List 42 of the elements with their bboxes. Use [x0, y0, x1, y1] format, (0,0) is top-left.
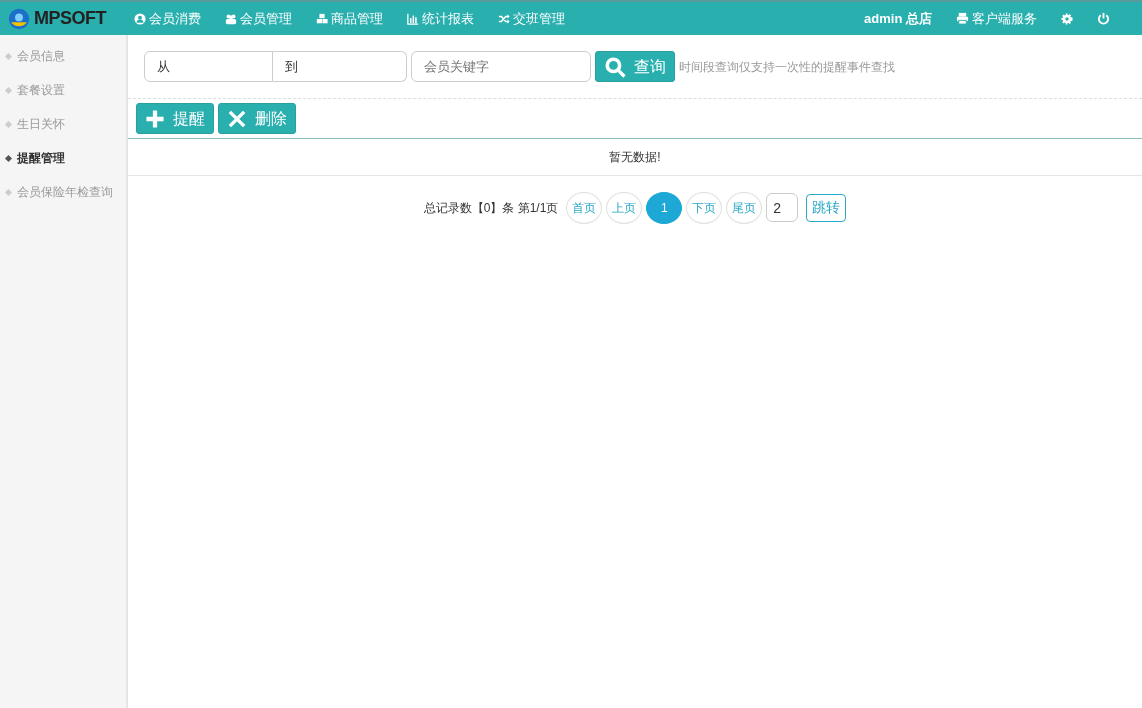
nav-link[interactable]: 交班管理 — [498, 8, 565, 29]
power-icon — [1097, 12, 1110, 25]
sidebar-item[interactable]: 生日关怀 — [0, 107, 126, 141]
bar-chart-icon — [407, 12, 419, 25]
sidebar-item[interactable]: 会员信息 — [0, 39, 126, 73]
shuffle-icon — [498, 12, 510, 25]
logo-icon — [8, 7, 30, 30]
nav-link[interactable]: 商品管理 — [316, 8, 383, 29]
empty-message: 暂无数据! — [609, 150, 661, 164]
date-to-field[interactable]: 到 — [273, 51, 407, 82]
client-service-link[interactable]: 客户端服务 — [956, 8, 1037, 29]
user-icon — [134, 12, 146, 25]
nav-link[interactable]: 会员管理 — [225, 8, 292, 29]
plus-icon — [145, 108, 165, 129]
page-button[interactable]: 下页 — [686, 191, 723, 224]
user-name: admin 总店 — [864, 9, 932, 28]
page-button[interactable]: 尾页 — [726, 191, 763, 224]
page-button[interactable]: 1 — [646, 191, 683, 224]
search-icon — [604, 55, 626, 78]
cubes-icon — [316, 12, 328, 25]
pagination-summary: 总记录数【0】条 第1/1页 — [423, 199, 559, 217]
sidebar-item[interactable]: 提醒管理 — [0, 141, 126, 175]
sidebar-item[interactable]: 套餐设置 — [0, 73, 126, 107]
power-button[interactable] — [1097, 12, 1110, 25]
settings-icon — [1061, 12, 1073, 25]
printer-icon — [956, 12, 969, 25]
close-icon — [227, 108, 247, 129]
date-from-field[interactable]: 从 — [144, 51, 273, 82]
search-button[interactable]: 查询 — [595, 51, 675, 82]
page-input[interactable]: 2 — [766, 193, 799, 222]
brand-name: MPSOFT — [34, 7, 106, 30]
sidebar-item[interactable]: 会员保险年检查询 — [0, 175, 126, 209]
jump-button[interactable]: 跳转 — [806, 193, 847, 222]
keyword-field[interactable]: 会员关键字 — [411, 51, 591, 82]
nav-link[interactable]: 统计报表 — [407, 8, 474, 29]
hint-text: 时间段查询仅支持一次性的提醒事件查找 — [679, 58, 895, 76]
action-button[interactable]: 提醒 — [136, 103, 214, 134]
page-button[interactable]: 上页 — [606, 191, 643, 224]
settings-button[interactable] — [1061, 12, 1073, 25]
page-button[interactable]: 首页 — [566, 191, 603, 224]
nav-link[interactable]: 会员消费 — [134, 8, 201, 29]
action-button[interactable]: 删除 — [218, 103, 296, 134]
